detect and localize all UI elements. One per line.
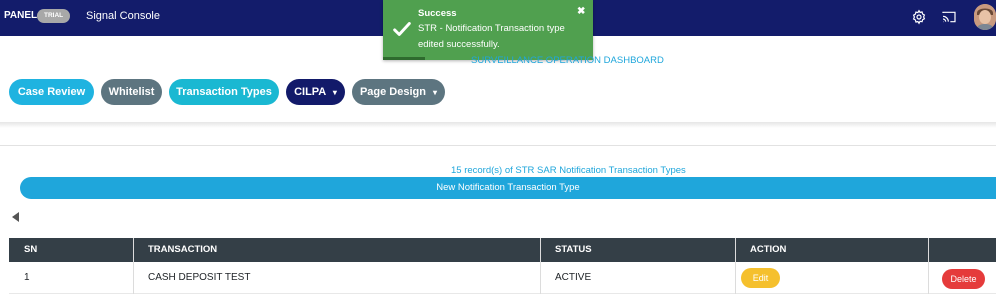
cell-sn: 1 (24, 272, 30, 283)
record-count: 15 record(s) of STR SAR Notification Tra… (451, 165, 686, 176)
cilpa-dropdown[interactable]: CILPA ▾ (286, 79, 345, 105)
column-divider (133, 238, 134, 294)
toast-progress-bar (383, 57, 425, 60)
cell-transaction: CASH DEPOSIT TEST (148, 272, 251, 283)
column-header-sn[interactable]: SN (24, 238, 37, 262)
table-row: 1 CASH DEPOSIT TEST ACTIVE (9, 262, 996, 294)
transaction-types-label: Transaction Types (176, 86, 272, 98)
edit-button[interactable]: Edit (741, 268, 780, 288)
card-shadow (0, 122, 996, 128)
cilpa-label: CILPA (294, 86, 326, 98)
page-design-dropdown[interactable]: Page Design ▾ (352, 79, 445, 105)
gear-icon[interactable] (909, 7, 929, 27)
close-icon[interactable]: ✖ (577, 6, 585, 17)
table-header: SN TRANSACTION STATUS ACTION (9, 238, 996, 262)
whitelist-label: Whitelist (108, 86, 155, 98)
chevron-down-icon: ▾ (433, 88, 438, 97)
trial-badge: TRIAL (37, 9, 71, 23)
dashboard-title: SURVEILLANCE OPERATION DASHBOARD (471, 55, 664, 66)
column-divider (735, 238, 736, 294)
transaction-types-button[interactable]: Transaction Types (169, 79, 279, 105)
chevron-down-icon: ▾ (332, 88, 337, 97)
section-divider (0, 145, 996, 146)
delete-button[interactable]: Delete (942, 269, 985, 289)
column-divider (540, 238, 541, 294)
success-toast: Success STR - Notification Transaction t… (383, 0, 593, 60)
app-title[interactable]: Signal Console (86, 10, 160, 22)
column-divider (928, 238, 929, 294)
brand-label: PANEL (4, 10, 38, 21)
new-transaction-type-button[interactable]: New Notification Transaction Type (20, 177, 996, 199)
toast-title: Success (418, 8, 457, 19)
column-header-transaction[interactable]: TRANSACTION (148, 238, 217, 262)
cast-icon[interactable] (939, 7, 959, 27)
column-header-action[interactable]: ACTION (750, 238, 786, 262)
toast-message: STR - Notification Transaction type edit… (418, 23, 565, 50)
page-design-label: Page Design (359, 86, 426, 98)
cell-status: ACTIVE (555, 272, 592, 283)
case-review-label: Case Review (17, 86, 86, 98)
check-icon (391, 18, 413, 40)
user-avatar[interactable] (974, 4, 996, 30)
whitelist-button[interactable]: Whitelist (101, 79, 162, 105)
column-header-status[interactable]: STATUS (555, 238, 592, 262)
case-review-button[interactable]: Case Review (9, 79, 94, 105)
scroll-left-icon[interactable] (12, 212, 19, 222)
